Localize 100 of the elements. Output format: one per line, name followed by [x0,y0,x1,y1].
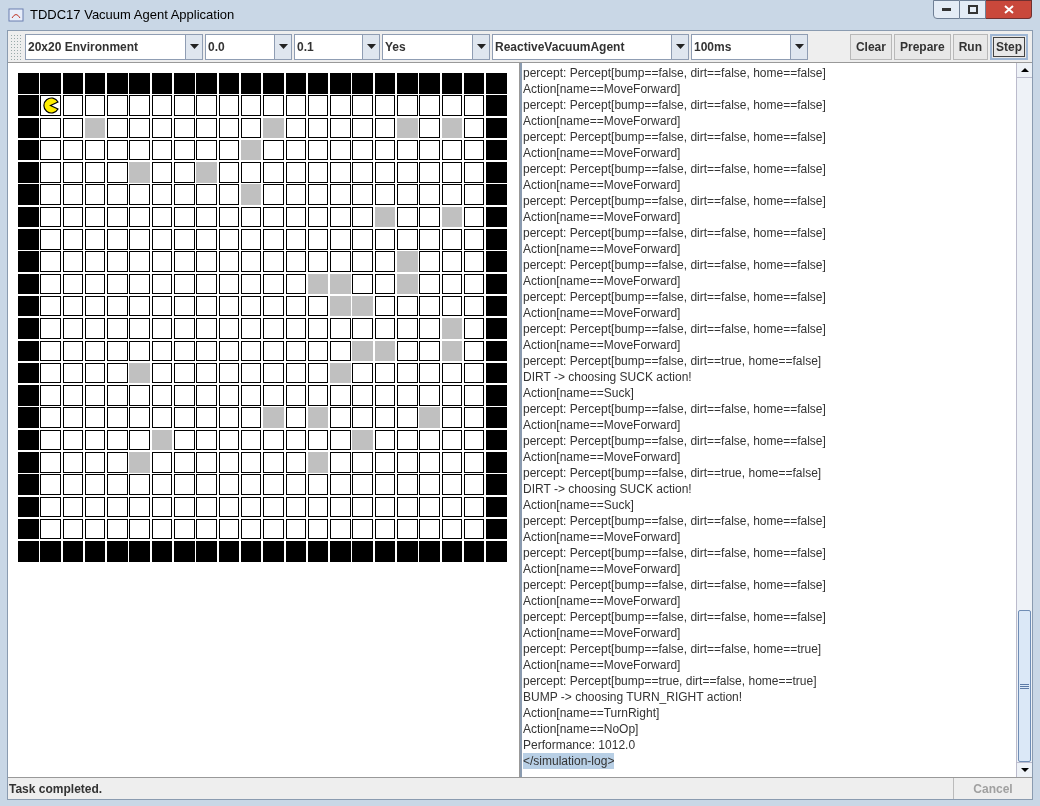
floor-cell [129,518,150,540]
floor-cell [397,318,418,339]
floor-cell [196,229,217,250]
log-line: percept: Percept[bump==false, dirt==false, home==false] [523,97,826,113]
floor-cell [240,429,262,451]
floor-cell [374,251,396,272]
floor-cell [419,229,440,250]
wall-cell [419,73,440,94]
dirt-cell [419,407,440,428]
toolbar-button[interactable]: Step [990,33,1028,60]
floor-cell [374,474,396,495]
log-line: percept: Percept[bump==false, dirt==false, home==false] [523,577,826,593]
floor-cell [84,184,106,205]
floor-cell [84,496,106,518]
floor-cell [330,162,351,183]
floor-cell [263,474,284,495]
floor-cell [330,117,351,139]
floor-cell [196,273,217,295]
floor-cell [419,295,440,317]
toolbar-button[interactable]: Clear [849,33,892,60]
scroll-thumb[interactable] [1018,610,1031,762]
wall-cell [107,73,128,94]
toolbar-button[interactable]: Run [952,33,988,60]
floor-cell [240,452,262,473]
floor-cell [240,385,262,406]
dropdown-arrow-icon [794,44,804,49]
floor-cell [196,95,217,116]
floor-cell [240,496,262,518]
dropdown[interactable]: 0.1 [294,33,380,60]
floor-cell [307,117,329,139]
wall-cell [263,541,284,562]
wall-cell [18,429,39,451]
maximize-icon [967,5,978,14]
floor-cell [397,452,418,473]
toolbar-grip[interactable] [10,33,21,60]
floor-cell [285,362,307,384]
floor-cell [40,162,61,183]
floor-cell [397,162,418,183]
dropdown[interactable]: 0.0 [205,33,292,60]
toolbar-button[interactable]: Prepare [893,33,951,60]
dropdown[interactable]: Yes [382,33,490,60]
dropdown[interactable]: 20x20 Environment [25,33,203,60]
floor-cell [62,295,84,317]
floor-cell [307,340,329,362]
floor-cell [174,229,195,250]
floor-cell [397,362,418,384]
wall-cell [174,541,195,562]
floor-cell [62,251,84,272]
dirt-cell [240,184,262,205]
wall-cell [18,273,39,295]
wall-cell [486,295,507,317]
floor-cell [196,362,217,384]
wall-cell [218,541,240,562]
wall-cell [18,117,39,139]
wall-cell [486,407,507,428]
minimize-button[interactable] [933,0,960,19]
floor-cell [285,385,307,406]
wall-cell [486,95,507,116]
floor-cell [40,251,61,272]
scrollbar[interactable] [1016,63,1032,777]
floor-cell [240,162,262,183]
log-line: Action[name==MoveForward] [523,625,681,641]
floor-cell [107,184,128,205]
wall-cell [486,385,507,406]
floor-cell [463,407,485,428]
floor-cell [174,117,195,139]
dropdown-arrow-icon [278,44,288,49]
floor-cell [40,273,61,295]
wall-cell [18,251,39,272]
floor-cell [374,496,396,518]
wall-cell [263,73,284,94]
close-icon [1003,5,1014,14]
floor-cell [463,117,485,139]
wall-cell [486,496,507,518]
wall-cell [397,73,418,94]
dropdown[interactable]: 100ms [691,33,808,60]
floor-cell [84,273,106,295]
maximize-button[interactable] [960,0,986,19]
floor-cell [174,139,195,161]
floor-cell [307,184,329,205]
dropdown-arrow-icon [366,44,376,49]
floor-cell [263,295,284,317]
floor-cell [463,318,485,339]
dropdown[interactable]: ReactiveVacuumAgent [492,33,689,60]
floor-cell [62,318,84,339]
log-line: percept: Percept[bump==false, dirt==false, home==false] [523,321,826,337]
floor-cell [218,429,240,451]
floor-cell [218,251,240,272]
dirt-cell [263,407,284,428]
wall-cell [486,273,507,295]
floor-cell [263,362,284,384]
close-button[interactable] [986,0,1032,19]
floor-cell [330,474,351,495]
floor-cell [463,429,485,451]
floor-cell [285,318,307,339]
floor-cell [62,474,84,495]
floor-cell [463,273,485,295]
dirt-cell [441,206,463,228]
floor-cell [330,95,351,116]
wall-cell [240,73,262,94]
